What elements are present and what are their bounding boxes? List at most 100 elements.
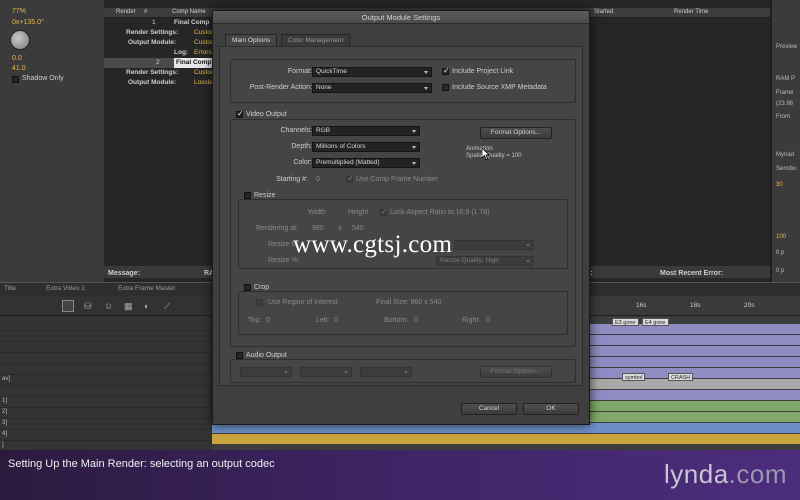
channels-select[interactable]: RGB: [312, 126, 420, 136]
audio-format-options-button[interactable]: Format Options...: [480, 366, 552, 378]
color-select[interactable]: Premultiplied (Matted): [312, 158, 420, 168]
resize-preset-select[interactable]: [454, 240, 534, 250]
layer-row[interactable]: [0, 386, 212, 397]
font-size-value[interactable]: 30: [776, 182, 783, 188]
dialog-body: Format: QuickTime Post-Render Action: No…: [219, 46, 583, 386]
format-label: Format:: [287, 68, 312, 75]
rendering-at-label: Rendering at:: [256, 225, 299, 232]
post-render-select[interactable]: None: [312, 83, 432, 93]
layer-row[interactable]: 1]: [0, 397, 212, 408]
video-output-checkbox[interactable]: [236, 109, 244, 118]
track-bar[interactable]: [212, 434, 800, 444]
final-size-label: Final Size: 960 x 540: [376, 299, 442, 306]
graph-editor-icon[interactable]: ⟋: [164, 301, 170, 312]
starting-value[interactable]: 0: [316, 176, 320, 183]
layer-row[interactable]: av]: [0, 375, 212, 386]
include-project-link-checkbox[interactable]: [442, 66, 450, 75]
timeline-tab-title[interactable]: Title: [4, 285, 16, 292]
motion-blur-icon[interactable]: ◐: [144, 301, 149, 311]
format-options-button[interactable]: Format Options...: [480, 127, 552, 139]
include-xmp-checkbox[interactable]: [442, 84, 449, 91]
audio-depth-select[interactable]: [300, 367, 352, 377]
format-group: [230, 59, 576, 103]
width-column-label: Width: [308, 209, 326, 216]
rq-render-settings-1[interactable]: Render Settings: Custom: [104, 28, 216, 38]
chevron-down-icon: [526, 244, 530, 247]
frame-blend-icon[interactable]: ▦: [124, 301, 133, 312]
timeline-marker[interactable]: symbol: [622, 373, 646, 381]
use-roi-checkbox[interactable]: [256, 299, 263, 306]
col-comp-name: Comp Name: [172, 9, 206, 15]
font-style-field[interactable]: Semibo: [776, 166, 796, 172]
rotation-readout: 0x+135.0°: [12, 19, 44, 26]
audio-output-checkbox[interactable]: [236, 352, 243, 359]
rq-render-settings-2[interactable]: Render Settings: Custom: [104, 68, 216, 78]
lock-aspect-checkbox[interactable]: [380, 207, 388, 216]
timeline-marker[interactable]: CRASH: [668, 373, 694, 381]
timeline-tab-extra-video[interactable]: Extra Video 1: [46, 285, 85, 292]
layer-row[interactable]: [0, 342, 212, 353]
audio-output-label: Audio Output: [246, 352, 289, 359]
layer-row[interactable]: 4]: [0, 430, 212, 441]
frame-rate-value: (23.98: [776, 101, 794, 107]
post-render-label: Post-Render Action:: [249, 84, 312, 91]
timeline-tab-extra-frame-master[interactable]: Extra Frame Master: [118, 285, 175, 292]
layer-row[interactable]: 2]: [0, 408, 212, 419]
layer-row[interactable]: [0, 331, 212, 342]
crop-top-value[interactable]: 0: [266, 317, 270, 324]
crop-bottom-value[interactable]: 0: [414, 317, 418, 324]
chevron-down-icon: [412, 162, 416, 165]
draft-3d-icon[interactable]: ⛁: [84, 301, 92, 312]
layer-row[interactable]: [0, 320, 212, 331]
preview-tab[interactable]: Preview: [776, 44, 797, 50]
audio-channels-select[interactable]: [360, 367, 412, 377]
watermark-text: www.cgtsj.com: [293, 231, 453, 258]
from-label: From: [776, 114, 790, 120]
tab-main-options[interactable]: Main Options: [225, 34, 278, 46]
layer-row[interactable]: [0, 353, 212, 364]
rotation-knob[interactable]: [10, 30, 30, 50]
message-label: Message:: [108, 270, 140, 277]
crop-top-label: Top:: [248, 317, 262, 324]
lynda-logo: lynda.com: [664, 459, 787, 489]
rq-output-module-1[interactable]: Output Module: Custom: [104, 38, 216, 48]
tab-color-management[interactable]: Color Management: [281, 34, 351, 46]
channels-label: Channels:: [280, 127, 312, 134]
crop-left-value[interactable]: 0: [334, 317, 338, 324]
rq-item-2[interactable]: 2 Final Comp: [104, 58, 214, 68]
crop-right-value[interactable]: 0: [486, 317, 490, 324]
baseline-value[interactable]: 0 p: [776, 250, 784, 256]
depth-select[interactable]: Millions of Colors: [312, 142, 420, 152]
shy-icon[interactable]: ☺: [104, 301, 113, 311]
color-label: Color:: [293, 159, 312, 166]
rq-output-module-2[interactable]: Output Module: Lossless: [104, 78, 219, 88]
chevron-down-icon: [424, 71, 428, 74]
scale-value[interactable]: 100: [776, 234, 786, 240]
audio-rate-select[interactable]: [240, 367, 292, 377]
chevron-down-icon: [412, 146, 416, 149]
resize-checkbox[interactable]: [244, 192, 251, 199]
chevron-down-icon: [412, 130, 416, 133]
layer-row[interactable]: 3]: [0, 419, 212, 430]
comp-flowchart-icon[interactable]: [62, 300, 74, 312]
format-select[interactable]: QuickTime: [312, 67, 432, 77]
mouse-cursor-icon: [482, 148, 490, 160]
rq-log-1[interactable]: Log: Errors: [104, 48, 214, 58]
shadow-only-checkbox[interactable]: [12, 76, 19, 83]
timeline-marker[interactable]: E3 gone: [612, 318, 639, 326]
cancel-button[interactable]: Cancel: [461, 403, 517, 415]
value-readout-2: 41.0: [12, 65, 26, 72]
use-roi-label: Use Region of Interest: [268, 299, 338, 306]
ok-button[interactable]: OK: [523, 403, 579, 415]
font-family-field[interactable]: Myriad: [776, 152, 794, 158]
ruler-tick: 16s: [636, 302, 647, 309]
recent-error-label: Most Recent Error:: [660, 270, 724, 277]
col-render: Render: [116, 9, 136, 15]
timeline-marker[interactable]: E4 gone: [642, 318, 669, 326]
tsume-value[interactable]: 0 p: [776, 268, 784, 274]
layer-row[interactable]: [0, 364, 212, 375]
use-comp-frame-checkbox[interactable]: [346, 174, 354, 183]
crop-checkbox[interactable]: [244, 284, 251, 291]
crop-group: [238, 291, 568, 335]
rq-item-1[interactable]: 1 Final Comp: [104, 18, 214, 28]
